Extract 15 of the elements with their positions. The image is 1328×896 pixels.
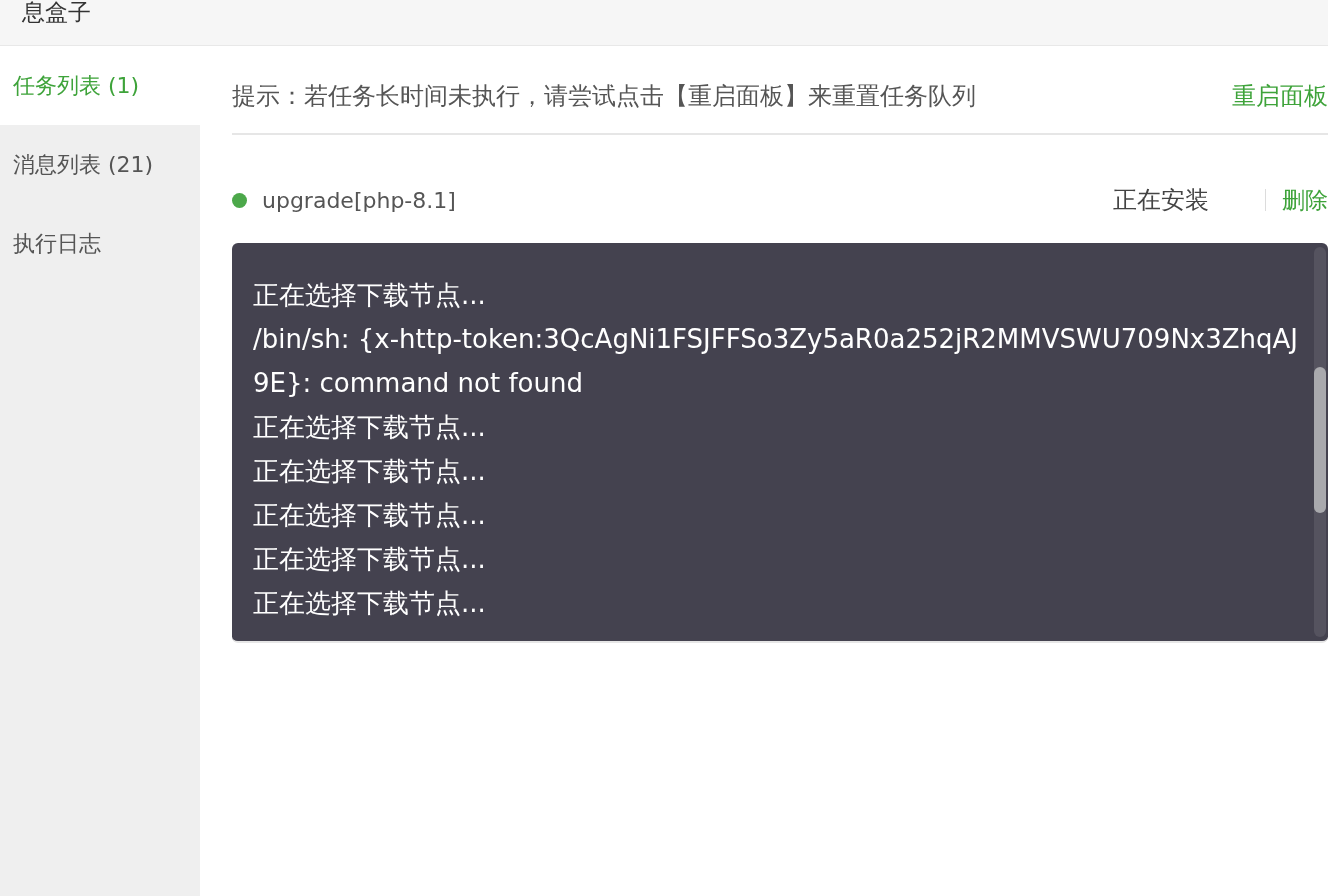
- log-line: 正在选择下载节点...: [253, 411, 487, 444]
- log-line: /bin/sh: {x-http-token:3QcAgNi1FSJFFSo3Zy5aR0a252jR2MMVSWU709Nx3ZhqAJ9E}: command not found: [253, 323, 1299, 400]
- task-name: upgrade[php-8.1]: [262, 186, 456, 215]
- log-line: 正在选择下载节点...: [253, 455, 487, 488]
- restart-panel-link[interactable]: 重启面板: [1232, 77, 1328, 114]
- log-line: 正在选择下载节点...: [253, 499, 487, 532]
- window-title: 息盒子: [22, 0, 92, 24]
- sidebar-tab[interactable]: 任务列表 (1): [0, 46, 200, 125]
- log-line: 正在选择下载节点...: [253, 543, 487, 576]
- task-status: 正在安装: [1113, 185, 1209, 216]
- delete-button[interactable]: 删除: [1282, 182, 1328, 218]
- scrollbar-thumb[interactable]: [1314, 367, 1326, 513]
- log-line: 正在选择下载节点...: [253, 587, 487, 620]
- log-line: 正在选择下载节点...: [253, 279, 487, 312]
- hint-text: 提示：若任务长时间未执行，请尝试点击【重启面板】来重置任务队列: [232, 80, 976, 112]
